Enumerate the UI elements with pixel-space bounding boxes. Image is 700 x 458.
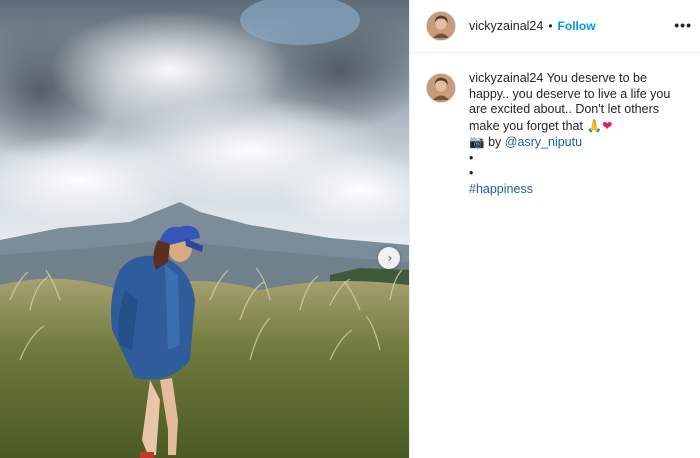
header-username[interactable]: vickyzainal24 (469, 19, 543, 33)
follow-button[interactable]: Follow (558, 19, 596, 33)
chevron-right-icon: › (387, 251, 393, 265)
bullet-line: • (469, 150, 474, 165)
post-caption: vickyzainal24 You deserve to be happy.. … (410, 53, 700, 197)
more-horizontal-icon[interactable]: ••• (674, 17, 692, 33)
bullet-line: • (469, 166, 474, 180)
next-photo-button[interactable]: › (378, 247, 400, 269)
photo-image (0, 0, 409, 458)
separator-dot: • (548, 19, 553, 33)
camera-icon: 📷 (469, 134, 485, 149)
caption-body: vickyzainal24 You deserve to be happy.. … (469, 71, 684, 197)
post-side-panel: vickyzainal24 • Follow ••• vickyzainal24… (409, 0, 700, 458)
post-photo: › (0, 0, 409, 458)
hashtag-link[interactable]: #happiness (469, 182, 533, 196)
avatar[interactable] (426, 11, 456, 41)
post-header: vickyzainal24 • Follow ••• (410, 0, 700, 53)
avatar[interactable] (426, 73, 456, 103)
credit-mention-link[interactable]: @asry_niputu (505, 135, 582, 149)
credit-prefix: by (488, 135, 502, 149)
pray-emoji: 🙏 (586, 117, 603, 133)
caption-username[interactable]: vickyzainal24 (469, 71, 543, 85)
heart-emoji: ❤ (602, 118, 613, 133)
